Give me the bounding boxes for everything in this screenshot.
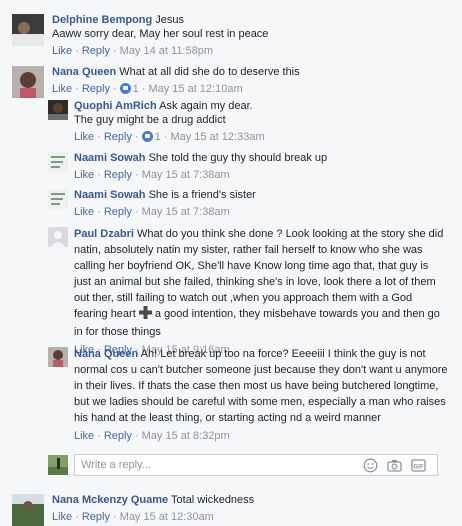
separator: · <box>134 430 139 442</box>
comment-text: She is a friend's sister <box>148 189 256 201</box>
like-link[interactable]: Like <box>74 169 94 181</box>
reply-link[interactable]: Reply <box>104 131 132 143</box>
separator: · <box>112 511 117 523</box>
comment-text: She told the guy thy should break up <box>148 152 328 164</box>
reply-link[interactable]: Reply <box>82 511 110 523</box>
timestamp[interactable]: May 15 at 12:33am <box>170 131 264 143</box>
timestamp[interactable]: May 15 at 7:38am <box>142 169 230 181</box>
current-user-avatar[interactable] <box>48 455 68 475</box>
reaction-count[interactable]: 1 <box>155 131 161 143</box>
avatar[interactable] <box>12 14 44 46</box>
comment-author[interactable]: Naami Sowah <box>74 189 146 201</box>
emoji-icon[interactable] <box>363 458 378 473</box>
comment-author[interactable]: Naami Sowah <box>74 152 146 164</box>
avatar[interactable] <box>12 494 44 526</box>
timestamp[interactable]: May 15 at 12:10am <box>148 83 242 95</box>
separator: · <box>97 430 101 442</box>
reply-link[interactable]: Reply <box>104 206 132 218</box>
separator: · <box>112 83 117 95</box>
separator: · <box>97 131 101 143</box>
comment-author[interactable]: Paul Dzabri <box>74 228 134 240</box>
comment-text: Total wickedness <box>171 494 255 506</box>
comment-text: What at all did she do to deserve this <box>119 66 300 78</box>
timestamp[interactable]: May 15 at 8:32pm <box>142 430 230 442</box>
reply-link[interactable]: Reply <box>104 430 132 442</box>
separator: · <box>134 131 139 143</box>
separator: · <box>97 206 101 218</box>
like-link[interactable]: Like <box>74 430 94 442</box>
comment-text: Jesus <box>155 14 185 26</box>
like-link[interactable]: Like <box>52 83 72 95</box>
separator: · <box>75 83 79 95</box>
avatar[interactable] <box>48 347 68 367</box>
comment-author[interactable]: Nana Queen <box>74 348 138 360</box>
separator: · <box>75 45 79 57</box>
svg-text:GIF: GIF <box>414 465 424 471</box>
comment-author[interactable]: Delphine Bempong <box>52 14 152 26</box>
timestamp[interactable]: May 14 at 11:58pm <box>120 45 213 57</box>
gif-icon[interactable]: GIF <box>411 458 426 473</box>
separator: · <box>75 511 79 523</box>
avatar[interactable] <box>12 66 44 98</box>
camera-icon[interactable] <box>387 458 402 473</box>
like-link[interactable]: Like <box>52 45 72 57</box>
like-link[interactable]: Like <box>52 511 72 523</box>
like-reaction-icon[interactable] <box>141 131 153 142</box>
comment-author[interactable]: Nana Mckenzy Quame <box>52 494 168 506</box>
separator: · <box>141 83 146 95</box>
reaction-count[interactable]: 1 <box>133 83 139 95</box>
separator: · <box>134 206 139 218</box>
separator: · <box>112 45 117 57</box>
timestamp[interactable]: May 15 at 7:38am <box>142 206 230 218</box>
comment-author[interactable]: Quophi AmRich <box>74 100 157 112</box>
comment-text-line2: Aaww sorry dear, May her soul rest in pe… <box>52 28 269 40</box>
timestamp[interactable]: May 15 at 12:30am <box>120 511 214 523</box>
separator: · <box>134 169 139 181</box>
reply-link[interactable]: Reply <box>104 169 132 181</box>
separator: · <box>97 169 101 181</box>
cross-emoji-icon <box>138 306 152 324</box>
avatar[interactable] <box>48 152 68 172</box>
like-link[interactable]: Like <box>74 206 94 218</box>
comment-text: Ask again my dear. <box>159 100 253 112</box>
reply-input-box[interactable]: GIF <box>74 454 438 476</box>
reply-link[interactable]: Reply <box>82 83 110 95</box>
reply-input[interactable] <box>81 458 351 472</box>
avatar[interactable] <box>48 100 68 120</box>
like-link[interactable]: Like <box>74 131 94 143</box>
avatar[interactable] <box>48 227 68 247</box>
avatar[interactable] <box>48 189 68 209</box>
like-reaction-icon[interactable] <box>119 83 131 94</box>
comment-text-line2: The guy might be a drug addict <box>74 114 226 126</box>
reply-link[interactable]: Reply <box>82 45 110 57</box>
comment-author[interactable]: Nana Queen <box>52 66 116 78</box>
separator: · <box>163 131 168 143</box>
comment-text: What do you think she done ? Look lookin… <box>74 228 444 320</box>
